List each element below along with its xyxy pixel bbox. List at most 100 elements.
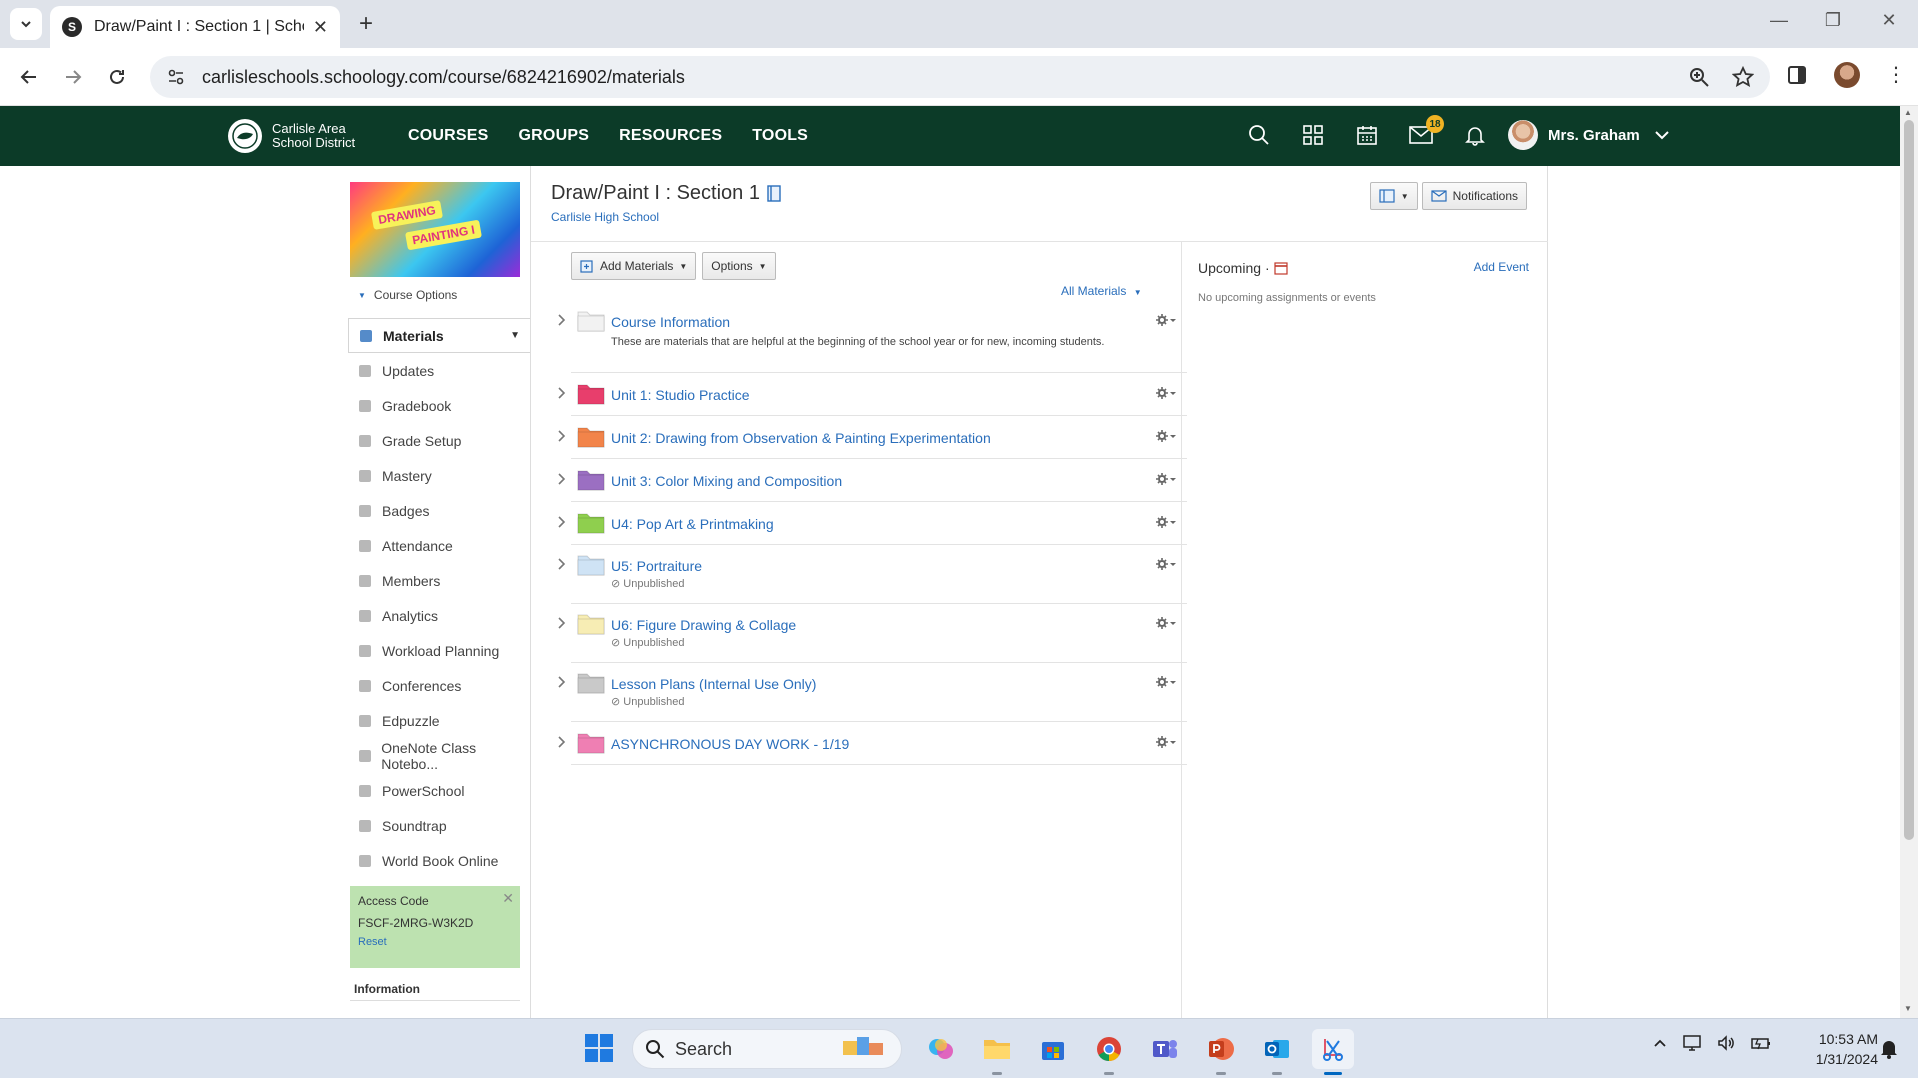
microsoft-store-icon[interactable] <box>1032 1029 1074 1069</box>
scroll-up-icon[interactable]: ▲ <box>1904 108 1912 117</box>
apps-grid-icon[interactable] <box>1298 120 1328 150</box>
material-folder-row[interactable]: U5: Portraiture ⊘ Unpublished <box>558 545 1187 604</box>
nav-groups[interactable]: GROUPS <box>519 127 590 145</box>
sidebar-item-analytics[interactable]: Analytics <box>348 598 530 633</box>
add-materials-button[interactable]: Add Materials ▼ <box>571 252 697 280</box>
sidebar-item-updates[interactable]: Updates <box>348 353 530 388</box>
gear-icon[interactable] <box>1155 735 1177 752</box>
chevron-up-icon[interactable] <box>1652 1035 1668 1056</box>
close-window-button[interactable]: ✕ <box>1874 10 1904 31</box>
battery-icon[interactable] <box>1750 1033 1772 1058</box>
chevron-right-icon[interactable] <box>557 313 567 330</box>
profile-avatar[interactable] <box>1834 62 1860 88</box>
messages-icon[interactable]: 18 <box>1406 115 1444 150</box>
snipping-tool-icon[interactable] <box>1312 1029 1354 1075</box>
chevron-right-icon[interactable] <box>557 616 567 633</box>
material-folder-row[interactable]: Unit 1: Studio Practice <box>558 373 1187 416</box>
sidebar-item-members[interactable]: Members <box>348 563 530 598</box>
side-panel-button[interactable] <box>1786 64 1808 86</box>
folder-title-link[interactable]: U6: Figure Drawing & Collage <box>611 617 796 633</box>
view-toggle-button[interactable]: ▼ <box>1369 182 1418 210</box>
access-code-reset-link[interactable]: Reset <box>358 936 512 948</box>
chevron-right-icon[interactable] <box>557 472 567 489</box>
course-book-icon[interactable] <box>766 184 782 203</box>
bookmark-star-icon[interactable] <box>1732 66 1754 88</box>
folder-title-link[interactable]: Unit 1: Studio Practice <box>611 387 750 403</box>
powerpoint-icon[interactable] <box>1200 1029 1242 1075</box>
taskbar-clock[interactable]: 10:53 AM 1/31/2024 <box>1798 1029 1878 1069</box>
gear-icon[interactable] <box>1155 386 1177 403</box>
material-folder-row[interactable]: Lesson Plans (Internal Use Only) ⊘ Unpubl… <box>558 663 1187 722</box>
course-profile-image[interactable]: DRAWING PAINTING I <box>350 182 520 277</box>
user-menu[interactable]: Mrs. Graham <box>1508 120 1670 150</box>
chrome-icon[interactable] <box>1088 1029 1130 1075</box>
options-button[interactable]: Options ▼ <box>702 252 776 280</box>
chevron-right-icon[interactable] <box>557 675 567 692</box>
search-icon[interactable] <box>1244 120 1274 150</box>
chevron-right-icon[interactable] <box>557 515 567 532</box>
gear-icon[interactable] <box>1155 515 1177 532</box>
outlook-new-icon[interactable] <box>1256 1029 1298 1075</box>
minimize-button[interactable]: — <box>1764 10 1794 31</box>
volume-icon[interactable] <box>1716 1033 1736 1058</box>
page-scrollbar[interactable]: ▲ ▼ <box>1900 106 1918 1018</box>
chevron-right-icon[interactable] <box>557 735 567 752</box>
gear-icon[interactable] <box>1155 472 1177 489</box>
tab-close-icon[interactable]: ✕ <box>313 17 328 38</box>
sidebar-item-mastery[interactable]: Mastery <box>348 458 530 493</box>
nav-tools[interactable]: TOOLS <box>752 127 808 145</box>
sidebar-item-attendance[interactable]: Attendance <box>348 528 530 563</box>
nav-courses[interactable]: COURSES <box>408 127 489 145</box>
chevron-right-icon[interactable] <box>557 429 567 446</box>
caret-down-icon[interactable]: ▼ <box>510 330 520 341</box>
sidebar-item-materials[interactable]: Materials ▼ <box>348 318 530 353</box>
all-materials-filter[interactable]: All Materials ▼ <box>1061 284 1142 298</box>
gear-icon[interactable] <box>1155 675 1177 692</box>
gear-icon[interactable] <box>1155 313 1177 330</box>
sidebar-item-onenote-class-notebo[interactable]: OneNote Class Notebo... <box>348 738 530 773</box>
address-bar[interactable]: carlisleschools.schoology.com/course/682… <box>150 56 1770 98</box>
add-event-link[interactable]: Add Event <box>1474 260 1529 274</box>
tab-search-button[interactable] <box>10 8 42 40</box>
material-folder-row[interactable]: Unit 3: Color Mixing and Composition <box>558 459 1187 502</box>
browser-tab-active[interactable]: S Draw/Paint I : Section 1 | Schoology ✕ <box>50 6 340 48</box>
copilot-app-icon[interactable] <box>920 1029 962 1069</box>
material-folder-row[interactable]: Course Information These are materials th… <box>558 300 1187 373</box>
site-info-icon[interactable] <box>166 67 188 87</box>
sidebar-item-edpuzzle[interactable]: Edpuzzle <box>348 703 530 738</box>
restore-button[interactable]: ❐ <box>1818 10 1848 31</box>
district-logo[interactable]: Carlisle Area School District <box>228 119 355 153</box>
nav-resources[interactable]: RESOURCES <box>619 127 722 145</box>
sidebar-item-grade-setup[interactable]: Grade Setup <box>348 423 530 458</box>
chevron-right-icon[interactable] <box>557 386 567 403</box>
scroll-down-icon[interactable]: ▼ <box>1904 1004 1912 1013</box>
file-explorer-icon[interactable] <box>976 1029 1018 1075</box>
chevron-right-icon[interactable] <box>557 557 567 574</box>
material-folder-row[interactable]: U6: Figure Drawing & Collage ⊘ Unpublishe… <box>558 604 1187 663</box>
notification-center-icon[interactable] <box>1880 1039 1898 1064</box>
folder-title-link[interactable]: Course Information <box>611 314 730 330</box>
browser-menu-icon[interactable]: ⋮ <box>1886 62 1906 87</box>
gear-icon[interactable] <box>1155 557 1177 574</box>
scroll-thumb[interactable] <box>1904 120 1914 840</box>
taskbar-search[interactable]: Search <box>632 1029 902 1069</box>
back-button[interactable] <box>14 62 44 92</box>
folder-title-link[interactable]: Unit 3: Color Mixing and Composition <box>611 473 842 489</box>
notifications-button[interactable]: Notifications <box>1421 182 1527 210</box>
material-folder-row[interactable]: Unit 2: Drawing from Observation & Paint… <box>558 416 1187 459</box>
gear-icon[interactable] <box>1155 616 1177 633</box>
material-folder-row[interactable]: ASYNCHRONOUS DAY WORK - 1/19 <box>558 722 1187 765</box>
new-tab-button[interactable]: + <box>352 10 380 38</box>
sidebar-item-soundtrap[interactable]: Soundtrap <box>348 808 530 843</box>
folder-title-link[interactable]: U4: Pop Art & Printmaking <box>611 516 774 532</box>
zoom-icon[interactable] <box>1688 66 1710 88</box>
sidebar-item-conferences[interactable]: Conferences <box>348 668 530 703</box>
material-folder-row[interactable]: U4: Pop Art & Printmaking <box>558 502 1187 545</box>
sidebar-item-powerschool[interactable]: PowerSchool <box>348 773 530 808</box>
display-icon[interactable] <box>1682 1033 1702 1058</box>
sidebar-item-workload-planning[interactable]: Workload Planning <box>348 633 530 668</box>
teams-icon[interactable] <box>1144 1029 1186 1069</box>
course-options-link[interactable]: ▼ Course Options <box>358 288 457 302</box>
sidebar-item-gradebook[interactable]: Gradebook <box>348 388 530 423</box>
calendar-icon[interactable] <box>1352 120 1382 150</box>
